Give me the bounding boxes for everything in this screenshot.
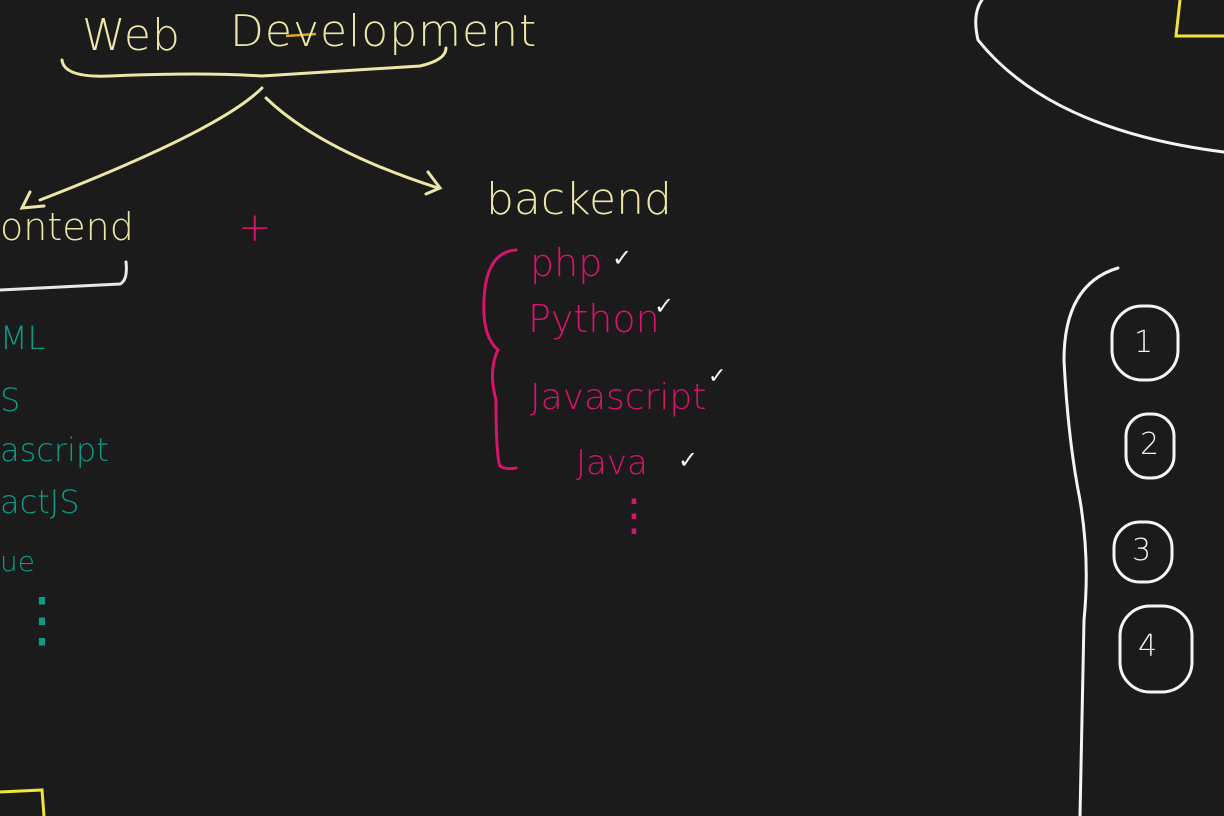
number-4: 4 xyxy=(1138,629,1158,664)
backend-item-javascript: Javascript xyxy=(530,377,707,418)
backend-check-javascript: ✓ xyxy=(708,364,727,389)
top-right-curve xyxy=(974,0,1224,154)
frontend-underline xyxy=(0,260,128,292)
title-word-development: Development xyxy=(230,6,538,57)
frontend-heading: ontend xyxy=(0,205,134,249)
title-word-web: Web xyxy=(82,10,181,61)
backend-heading: backend xyxy=(486,174,672,225)
frontend-ellipsis: ⋮ xyxy=(12,585,72,655)
backend-ellipsis: ⋮ xyxy=(612,490,656,541)
frontend-item-vue: ue xyxy=(0,545,35,578)
number-3: 3 xyxy=(1132,533,1152,568)
bottom-left-yellow-box xyxy=(0,788,46,816)
backend-item-php: php xyxy=(530,241,603,285)
frontend-item-reactjs: actJS xyxy=(0,483,80,521)
numbered-list-brace xyxy=(1062,266,1120,816)
backend-brace xyxy=(482,248,518,471)
backend-check-php: ✓ xyxy=(612,244,633,272)
backend-item-python: Python xyxy=(528,297,660,341)
frontend-item-css: S xyxy=(0,381,21,419)
top-right-yellow-box xyxy=(1174,0,1224,38)
backend-check-java: ✓ xyxy=(678,446,699,474)
number-1: 1 xyxy=(1134,325,1154,360)
backend-item-java: Java xyxy=(576,443,648,483)
arrow-to-frontend xyxy=(38,86,264,202)
frontend-item-html: ML xyxy=(0,319,46,357)
plus-sign: + xyxy=(238,205,272,251)
frontend-item-javascript: ascript xyxy=(0,431,109,469)
arrow-to-backend-head xyxy=(424,170,443,196)
arrow-to-backend xyxy=(264,96,440,190)
whiteboard-canvas[interactable]: Web Development ontend ML S ascript actJ… xyxy=(0,0,1224,816)
backend-check-python: ✓ xyxy=(654,292,675,320)
number-2: 2 xyxy=(1140,427,1160,462)
